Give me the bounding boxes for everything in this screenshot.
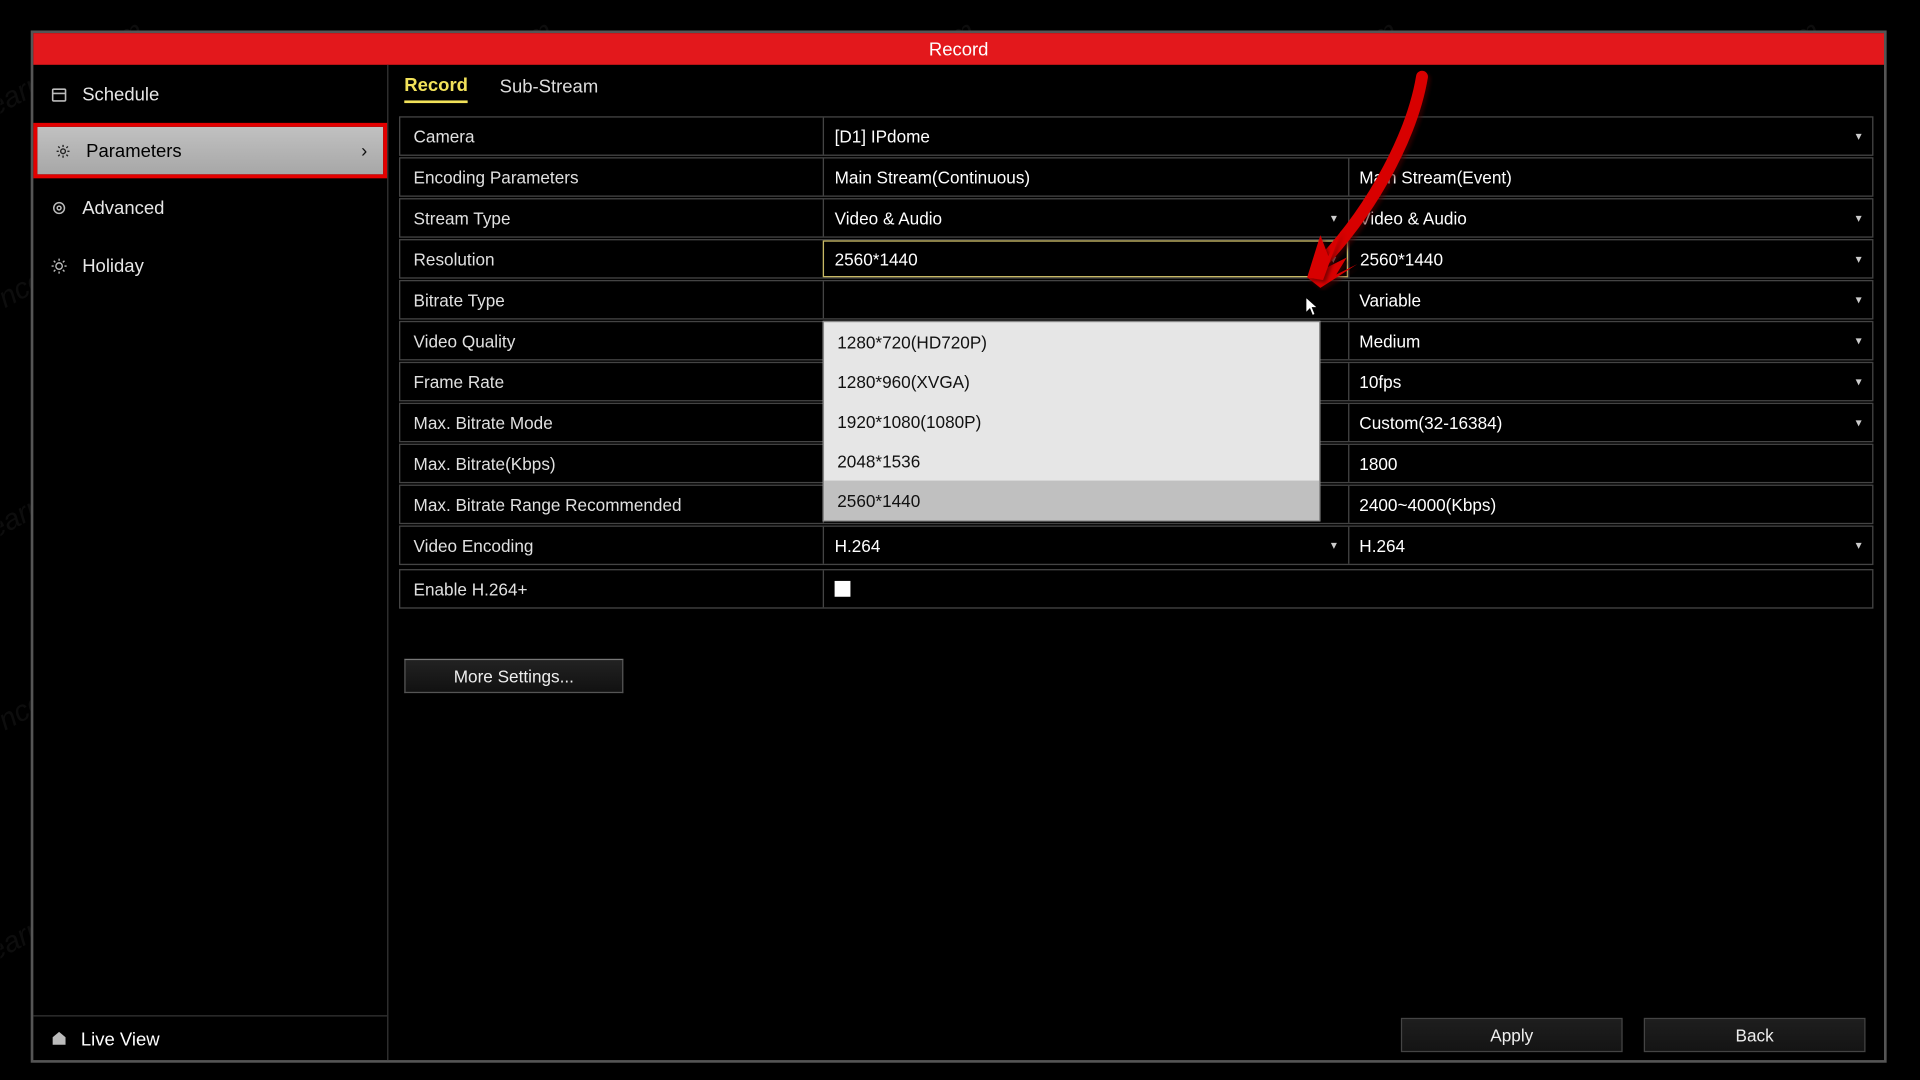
sidebar: Schedule Parameters › Advanced bbox=[33, 65, 388, 1060]
label-max-bitrate-mode: Max. Bitrate Mode bbox=[400, 404, 822, 441]
sun-icon bbox=[49, 256, 69, 276]
tab-record[interactable]: Record bbox=[404, 74, 468, 103]
label-resolution: Resolution bbox=[400, 240, 822, 277]
apply-button[interactable]: Apply bbox=[1401, 1018, 1623, 1052]
field-enable-h264plus[interactable] bbox=[823, 570, 1872, 607]
header-main-stream-continuous: Main Stream(Continuous) bbox=[823, 159, 1348, 196]
label-frame-rate: Frame Rate bbox=[400, 363, 822, 400]
live-view-label: Live View bbox=[81, 1028, 160, 1049]
home-icon bbox=[49, 1028, 69, 1048]
gear-icon bbox=[53, 141, 73, 161]
sliders-icon bbox=[49, 197, 69, 217]
field-bitrate-type-continuous-hidden bbox=[823, 281, 1348, 318]
field-video-quality-event[interactable]: Medium bbox=[1347, 322, 1872, 359]
resolution-option-3[interactable]: 2048*1536 bbox=[824, 441, 1319, 481]
resolution-dropdown[interactable]: 1280*720(HD720P) 1280*960(XVGA) 1920*108… bbox=[823, 321, 1321, 522]
field-bitrate-type-event[interactable]: Variable bbox=[1347, 281, 1872, 318]
label-enable-h264plus: Enable H.264+ bbox=[400, 570, 822, 607]
field-max-bitrate-mode-event[interactable]: Custom(32-16384) bbox=[1347, 404, 1872, 441]
tab-sub-stream[interactable]: Sub-Stream bbox=[500, 75, 599, 101]
label-camera: Camera bbox=[400, 118, 822, 155]
field-resolution-continuous[interactable]: 2560*1440 bbox=[823, 240, 1348, 277]
main-window: Record Schedule Parameters bbox=[31, 30, 1887, 1062]
field-video-encoding-continuous[interactable]: H.264 bbox=[823, 527, 1348, 564]
sidebar-item-parameters[interactable]: Parameters › bbox=[33, 123, 387, 178]
label-max-bitrate-range: Max. Bitrate Range Recommended bbox=[400, 486, 822, 523]
row-encoding-parameters: Encoding Parameters Main Stream(Continuo… bbox=[399, 157, 1873, 197]
label-encoding-parameters: Encoding Parameters bbox=[400, 159, 822, 196]
row-camera: Camera [D1] IPdome bbox=[399, 116, 1873, 156]
field-frame-rate-event[interactable]: 10fps bbox=[1347, 363, 1872, 400]
form-area: Camera [D1] IPdome Encoding Parameters M… bbox=[399, 116, 1873, 693]
footer-buttons: Apply Back bbox=[1401, 1018, 1866, 1052]
sidebar-item-label: Holiday bbox=[82, 255, 144, 276]
label-video-encoding: Video Encoding bbox=[400, 527, 822, 564]
row-video-encoding: Video Encoding H.264 H.264 bbox=[399, 525, 1873, 565]
field-resolution-event[interactable]: 2560*1440 bbox=[1348, 240, 1872, 277]
resolution-option-0[interactable]: 1280*720(HD720P) bbox=[824, 322, 1319, 362]
header-main-stream-event: Main Stream(Event) bbox=[1347, 159, 1872, 196]
label-video-quality: Video Quality bbox=[400, 322, 822, 359]
field-stream-type-continuous[interactable]: Video & Audio bbox=[823, 199, 1348, 236]
sidebar-item-advanced[interactable]: Advanced bbox=[33, 178, 387, 236]
sidebar-item-label: Parameters bbox=[86, 140, 182, 161]
sidebar-item-label: Schedule bbox=[82, 83, 159, 104]
window-title: Record bbox=[33, 33, 1884, 65]
sidebar-item-schedule[interactable]: Schedule bbox=[33, 65, 387, 123]
window-title-text: Record bbox=[929, 38, 989, 59]
field-camera[interactable]: [D1] IPdome bbox=[823, 118, 1872, 155]
sidebar-item-holiday[interactable]: Holiday bbox=[33, 236, 387, 294]
main-panel: Record Sub-Stream Camera [D1] IPdome Enc… bbox=[388, 65, 1884, 1060]
sidebar-item-label: Advanced bbox=[82, 197, 164, 218]
live-view-button[interactable]: Live View bbox=[33, 1015, 387, 1060]
row-resolution: Resolution 2560*1440 2560*1440 bbox=[399, 239, 1873, 279]
field-max-bitrate-range-event: 2400~4000(Kbps) bbox=[1347, 486, 1872, 523]
field-max-bitrate-event[interactable]: 1800 bbox=[1347, 445, 1872, 482]
row-bitrate-type: Bitrate Type Variable bbox=[399, 280, 1873, 320]
checkbox-enable-h264plus[interactable] bbox=[835, 581, 851, 597]
resolution-option-2[interactable]: 1920*1080(1080P) bbox=[824, 401, 1319, 441]
field-stream-type-event[interactable]: Video & Audio bbox=[1347, 199, 1872, 236]
calendar-icon bbox=[49, 84, 69, 104]
chevron-right-icon: › bbox=[361, 140, 367, 161]
row-stream-type: Stream Type Video & Audio Video & Audio bbox=[399, 198, 1873, 238]
more-settings-button[interactable]: More Settings... bbox=[404, 659, 623, 693]
label-stream-type: Stream Type bbox=[400, 199, 822, 236]
field-video-encoding-event[interactable]: H.264 bbox=[1347, 527, 1872, 564]
label-max-bitrate: Max. Bitrate(Kbps) bbox=[400, 445, 822, 482]
resolution-option-1[interactable]: 1280*960(XVGA) bbox=[824, 362, 1319, 402]
label-bitrate-type: Bitrate Type bbox=[400, 281, 822, 318]
row-enable-h264plus: Enable H.264+ bbox=[399, 569, 1873, 609]
back-button[interactable]: Back bbox=[1644, 1018, 1866, 1052]
resolution-option-4[interactable]: 2560*1440 bbox=[824, 481, 1319, 521]
tabs: Record Sub-Stream bbox=[399, 69, 1873, 109]
